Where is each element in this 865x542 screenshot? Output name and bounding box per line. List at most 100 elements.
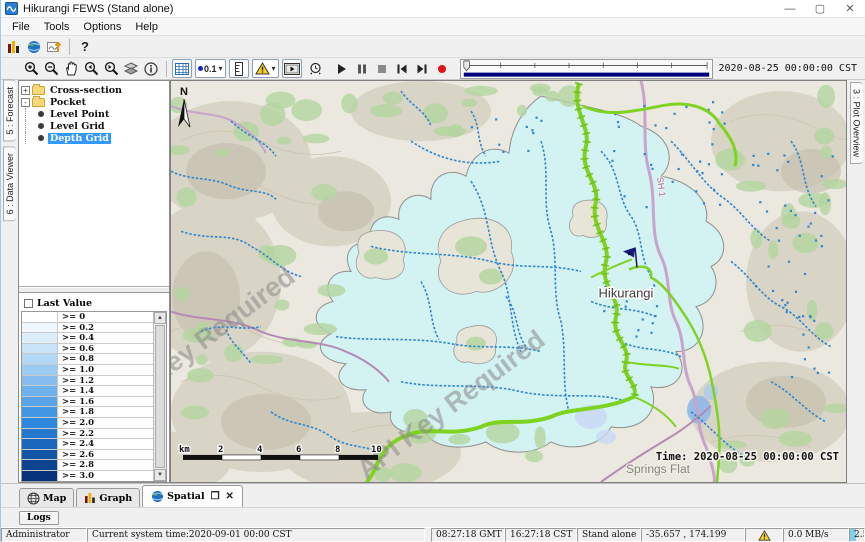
logs-button[interactable]: Logs [19,511,59,525]
time-span-bar [463,72,708,76]
time-slider[interactable] [460,59,713,79]
tab-maximize-icon[interactable]: ❐ [211,491,220,502]
tab-graph[interactable]: Graph [76,488,140,507]
animation-window-icon[interactable] [282,59,302,78]
legend-scrollbar[interactable]: ▲ ▼ [153,312,166,481]
legend-row[interactable]: >= 0.6 [22,344,153,355]
map-globe-icon[interactable] [24,37,44,56]
contour-interval-dropdown[interactable]: 0.1 ▾ [195,59,226,78]
bottom-tab-bar: Map Graph Spatial ❐ ✕ [1,483,865,507]
legend-row[interactable]: >= 2.8 [22,460,153,471]
help-icon[interactable]: ? [75,37,95,56]
pan-hand-icon[interactable] [61,59,81,78]
leaf-bullet-icon [38,123,44,129]
maximize-button[interactable]: ▢ [805,0,835,17]
timeseries-dialog-icon[interactable] [44,37,64,56]
menu-file[interactable]: File [5,20,37,34]
folder-icon [32,86,45,95]
legend-row[interactable]: >= 2.2 [22,429,153,440]
grid-display-icon[interactable] [172,59,192,78]
zoom-in-icon[interactable] [21,59,41,78]
tab-close-icon[interactable]: ✕ [226,491,234,502]
tab-data-viewer[interactable]: 6 : Data Viewer [3,146,16,221]
legend-row[interactable]: >= 1.8 [22,407,153,418]
tree-item-level-point[interactable]: Level Point [21,108,169,120]
play-button[interactable] [332,59,352,78]
scalebar-toggle-icon[interactable] [229,59,249,78]
close-button[interactable]: ✕ [835,0,865,17]
legend-row-label: >= 2.0 [58,418,94,428]
data-explorer-icon[interactable] [4,37,24,56]
layers-icon[interactable] [121,59,141,78]
stop-button[interactable] [372,59,392,78]
zoom-next-icon[interactable] [101,59,121,78]
menu-options[interactable]: Options [76,20,128,34]
legend-row[interactable]: >= 0.2 [22,323,153,334]
status-bar: Administrator Current system time:2020-0… [1,527,865,542]
legend-row[interactable]: >= 2.4 [22,439,153,450]
legend-row-label: >= 1.2 [58,376,94,386]
legend-color-swatch [22,471,58,481]
collapse-icon[interactable]: - [21,98,30,107]
legend-row[interactable]: >= 0 [22,312,153,323]
town-label: Hikurangi [599,286,654,301]
legend-row[interactable]: >= 1.0 [22,365,153,376]
expand-icon[interactable]: + [21,86,30,95]
map-canvas[interactable]: Hikurangi SH 1 Springs Flat API Key Requ… [171,81,846,482]
legend-row-label: >= 0.2 [58,323,94,333]
tab-forecast[interactable]: 5 : Forecast [3,80,16,142]
pause-button[interactable] [352,59,372,78]
last-value-checkbox[interactable] [24,299,33,308]
zoom-out-icon[interactable] [41,59,61,78]
skip-to-start-button[interactable] [392,59,412,78]
scrollbar-thumb[interactable] [155,325,165,468]
legend-row[interactable]: >= 1.2 [22,376,153,387]
tab-plot-overview[interactable]: 3 : Plot Overview [850,82,863,164]
status-warning[interactable] [745,528,783,542]
legend-row[interactable]: >= 3.0 [22,471,153,481]
status-user: Administrator [1,528,87,542]
menu-help[interactable]: Help [128,20,165,34]
title-bar: Hikurangi FEWS (Stand alone) — ▢ ✕ [1,0,865,18]
tree-item-cross-section[interactable]: + Cross-section [21,84,169,96]
menu-tools[interactable]: Tools [37,20,77,34]
thresholds-dropdown[interactable]: ▾ [252,59,279,78]
tree-item-level-grid[interactable]: Level Grid [21,120,169,132]
legend-row[interactable]: >= 0.8 [22,354,153,365]
legend-color-swatch [22,333,58,343]
legend-row-label: >= 1.4 [58,386,94,396]
svg-text:4: 4 [257,445,263,455]
legend-row[interactable]: >= 0.4 [22,333,153,344]
tab-map[interactable]: Map [19,488,74,507]
toolbar-separator [166,61,167,77]
spatial-globe-icon [151,490,164,503]
tree-item-pocket[interactable]: - Pocket [21,96,169,108]
skip-to-end-button[interactable] [412,59,432,78]
legend-row-label: >= 0.6 [58,344,94,354]
legend-row[interactable]: >= 2.6 [22,450,153,461]
scroll-down-icon[interactable]: ▼ [154,469,166,481]
legend-row[interactable]: >= 2.0 [22,418,153,429]
legend-row[interactable]: >= 1.6 [22,397,153,408]
legend-color-swatch [22,460,58,470]
legend-row-label: >= 2.6 [58,450,94,460]
minimize-button[interactable]: — [775,0,805,17]
scroll-up-icon[interactable]: ▲ [154,312,166,324]
info-icon[interactable] [141,59,161,78]
last-value-option[interactable]: Last Value [21,295,167,311]
zoom-previous-icon[interactable] [81,59,101,78]
status-coordinates: -35.657 , 174.199 [641,528,745,542]
legend-row-label: >= 1.6 [58,397,94,407]
legend-color-swatch [22,312,58,322]
legend-row-label: >= 1.8 [58,407,94,417]
record-button[interactable] [432,59,452,78]
tree-item-depth-grid[interactable]: Depth Grid [21,132,169,144]
legend-row-label: >= 0 [58,312,85,322]
tab-spatial[interactable]: Spatial ❐ ✕ [142,485,243,507]
warning-icon [758,530,771,541]
legend-row[interactable]: >= 1.4 [22,386,153,397]
legend-row-label: >= 2.8 [58,460,94,470]
svg-text:2: 2 [218,445,223,455]
animation-settings-icon[interactable] [306,59,326,78]
svg-text:8: 8 [335,445,340,455]
